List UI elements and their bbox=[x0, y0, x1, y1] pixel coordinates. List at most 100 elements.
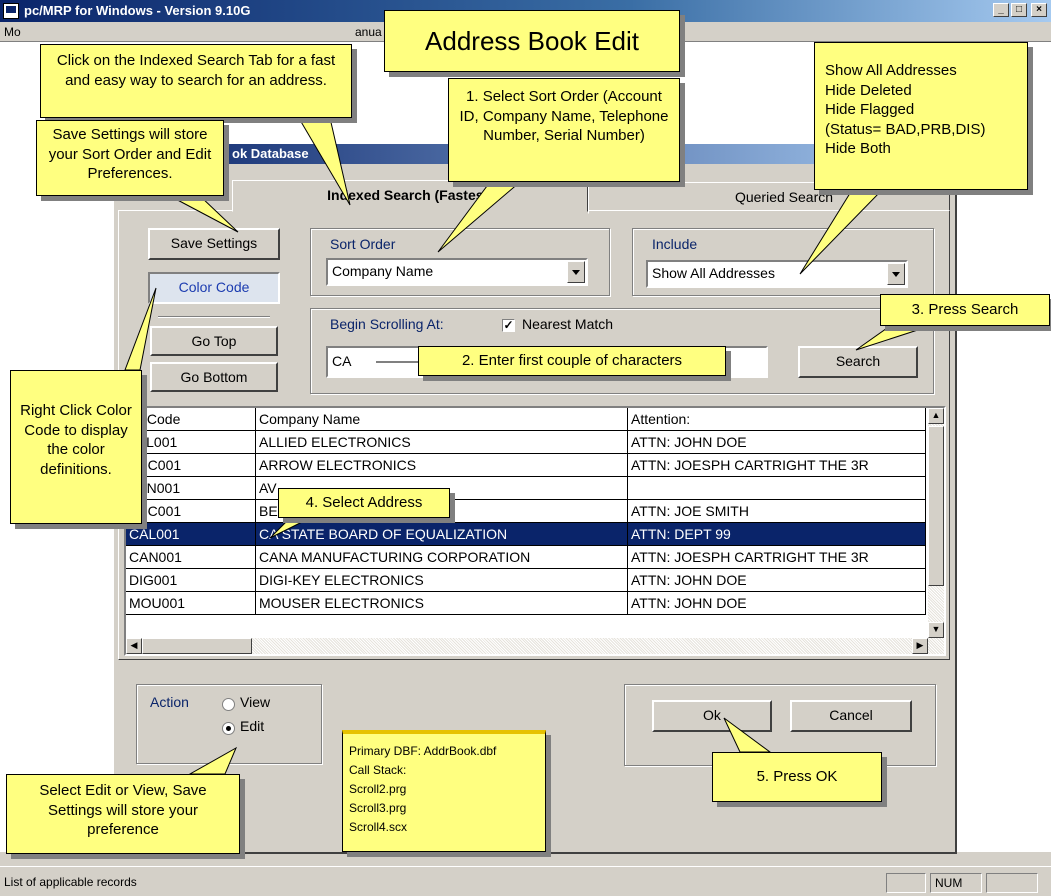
tab-indexed-search[interactable]: Indexed Search (Fastest) bbox=[232, 180, 588, 212]
edit-radio[interactable] bbox=[222, 722, 235, 735]
cell-id-code[interactable]: CAN001 bbox=[126, 546, 256, 569]
cell-id-code[interactable]: CAL001 bbox=[126, 523, 256, 546]
include-label: Include bbox=[652, 236, 698, 252]
chevron-down-icon[interactable] bbox=[567, 261, 585, 283]
go-bottom-button[interactable]: Go Bottom bbox=[150, 362, 278, 392]
table-row[interactable]: BBC001BE OMPANYATTN: JOE SMITH bbox=[126, 500, 926, 523]
enter-characters-callout: 2. Enter first couple of characters bbox=[418, 346, 726, 376]
cell-id-code[interactable]: DIG001 bbox=[126, 569, 256, 592]
chevron-down-icon[interactable] bbox=[887, 263, 905, 285]
table-row[interactable]: ALL001 ALLIED ELECTRONICS ATTN: JOHN DOE bbox=[126, 431, 926, 454]
table-row[interactable]: ABC001 ARROW ELECTRONICS ATTN: JOESPH CART… bbox=[126, 454, 926, 477]
status-text: List of applicable records bbox=[4, 875, 137, 889]
address-grid[interactable]: ID Code Company Name Attention: ALL001 AL… bbox=[124, 406, 946, 656]
cell-attention[interactable]: ATTN: JOHN DOE bbox=[628, 569, 926, 592]
stack-line: Scroll4.scx bbox=[349, 820, 408, 834]
scroll-left-icon[interactable]: ◀ bbox=[126, 638, 142, 654]
hscroll-thumb[interactable] bbox=[142, 638, 252, 654]
go-bottom-label: Go Bottom bbox=[180, 369, 248, 385]
cell-id-code[interactable]: ABC001 bbox=[126, 454, 256, 477]
cell-company-name[interactable]: ARROW ELECTRONICS bbox=[256, 454, 628, 477]
cell-attention[interactable]: ATTN: JOESPH CARTRIGHT THE 3R bbox=[628, 454, 926, 477]
cell-company-name[interactable]: CA STATE BOARD OF EQUALIZATION bbox=[256, 523, 628, 546]
ok-button[interactable]: Ok bbox=[652, 700, 772, 732]
edit-label: Edit bbox=[240, 718, 265, 734]
scroll-start-value: CA bbox=[332, 353, 352, 369]
cell-company-name[interactable]: ALLIED ELECTRONICS bbox=[256, 431, 628, 454]
heading-callout: Address Book Edit bbox=[384, 10, 680, 72]
cell-company-name[interactable]: CANA MANUFACTURING CORPORATION bbox=[256, 546, 628, 569]
include-tip-line: Hide Both bbox=[825, 140, 891, 157]
app-icon[interactable] bbox=[3, 3, 19, 19]
cell-attention[interactable]: ATTN: JOESPH CARTRIGHT THE 3R bbox=[628, 546, 926, 569]
indexed-search-callout: Click on the Indexed Search Tab for a fa… bbox=[40, 44, 352, 118]
table-row[interactable]: MOU001 MOUSER ELECTRONICS ATTN: JOHN DOE bbox=[126, 592, 926, 615]
include-callout: Show All Addresses Hide Deleted Hide Fla… bbox=[814, 42, 1028, 190]
search-button[interactable]: Search bbox=[798, 346, 918, 378]
vertical-scrollbar[interactable]: ▲ ▼ bbox=[928, 408, 944, 638]
save-settings-label: Save Settings bbox=[170, 235, 258, 251]
horizontal-scrollbar[interactable]: ◀ ▶ bbox=[126, 638, 944, 654]
sort-order-value: Company Name bbox=[332, 263, 434, 279]
cell-attention[interactable]: ATTN: DEPT 99 bbox=[628, 523, 926, 546]
nearest-match-checkbox[interactable]: ✓ bbox=[502, 319, 515, 332]
scroll-thumb[interactable] bbox=[928, 426, 944, 586]
view-radio[interactable] bbox=[222, 698, 235, 711]
color-code-label: Color Code bbox=[178, 279, 250, 295]
stack-line: Call Stack: bbox=[349, 763, 407, 777]
cancel-button[interactable]: Cancel bbox=[790, 700, 912, 732]
cell-id-code[interactable]: MOU001 bbox=[126, 592, 256, 615]
cell-id-code[interactable]: ALL001 bbox=[126, 431, 256, 454]
stack-line: Scroll2.prg bbox=[349, 782, 407, 796]
table-row[interactable]: DIG001 DIGI-KEY ELECTRONICS ATTN: JOHN DOE bbox=[126, 569, 926, 592]
menu-item-left[interactable]: Mo bbox=[4, 22, 21, 42]
table-row[interactable]: CAL001 CA STATE BOARD OF EQUALIZATION ATTN… bbox=[126, 523, 926, 546]
view-label: View bbox=[240, 694, 271, 710]
minimize-button[interactable]: _ bbox=[993, 3, 1009, 17]
nearest-match-label: Nearest Match bbox=[522, 316, 614, 332]
header-company-name[interactable]: Company Name bbox=[256, 408, 628, 431]
scroll-down-icon[interactable]: ▼ bbox=[928, 622, 944, 638]
stack-line: Primary DBF: AddrBook.dbf bbox=[349, 744, 497, 758]
maximize-button[interactable]: □ bbox=[1011, 3, 1027, 17]
scroll-right-icon[interactable]: ▶ bbox=[912, 638, 928, 654]
cell-company-name[interactable]: DIGI-KEY ELECTRONICS bbox=[256, 569, 628, 592]
status-panel-empty-2 bbox=[986, 873, 1038, 893]
scroll-up-icon[interactable]: ▲ bbox=[928, 408, 944, 424]
search-label: Search bbox=[835, 353, 881, 369]
status-num: NUM bbox=[930, 873, 982, 893]
cell-id-code[interactable]: BBC001 bbox=[126, 500, 256, 523]
stack-line: Scroll3.prg bbox=[349, 801, 407, 815]
status-panel-empty bbox=[886, 873, 926, 893]
go-top-label: Go Top bbox=[191, 333, 237, 349]
begin-scrolling-label: Begin Scrolling At: bbox=[330, 316, 444, 332]
include-select[interactable]: Show All Addresses bbox=[646, 260, 908, 288]
include-tip-line: (Status= BAD,PRB,DIS) bbox=[825, 120, 986, 138]
press-search-callout: 3. Press Search bbox=[880, 294, 1050, 326]
table-row[interactable]: CAN001 CANA MANUFACTURING CORPORATION ATTN… bbox=[126, 546, 926, 569]
sort-order-select[interactable]: Company Name bbox=[326, 258, 588, 286]
tab-indexed-label: Indexed Search (Fastest) bbox=[327, 187, 493, 203]
menu-item-manual[interactable]: anua bbox=[355, 22, 382, 42]
cell-attention[interactable]: ATTN: JOE SMITH bbox=[628, 500, 926, 523]
dialog-title: ok Database bbox=[232, 146, 309, 161]
cell-attention[interactable]: ATTN: JOHN DOE bbox=[628, 431, 926, 454]
sort-order-callout: 1. Select Sort Order (Account ID, Compan… bbox=[448, 78, 680, 182]
table-row[interactable]: AVN001 AV bbox=[126, 477, 926, 500]
color-code-callout: Right Click Color Code to display the co… bbox=[10, 370, 142, 524]
go-top-button[interactable]: Go Top bbox=[150, 326, 278, 356]
cell-attention[interactable]: ATTN: JOHN DOE bbox=[628, 592, 926, 615]
save-settings-button[interactable]: Save Settings bbox=[148, 228, 280, 260]
close-button[interactable]: × bbox=[1031, 3, 1047, 17]
cell-id-code[interactable]: AVN001 bbox=[126, 477, 256, 500]
cell-company-name[interactable]: MOUSER ELECTRONICS bbox=[256, 592, 628, 615]
ok-label: Ok bbox=[703, 707, 721, 723]
header-id-code[interactable]: ID Code bbox=[126, 408, 256, 431]
status-bar: List of applicable records NUM bbox=[0, 866, 1051, 896]
select-address-callout: 4. Select Address bbox=[278, 488, 450, 518]
cell-attention[interactable] bbox=[628, 477, 926, 500]
app-title: pc/MRP for Windows - Version 9.10G bbox=[24, 3, 251, 18]
header-attention[interactable]: Attention: bbox=[628, 408, 926, 431]
color-code-button[interactable]: Color Code bbox=[148, 272, 280, 304]
call-stack-note: Primary DBF: AddrBook.dbf Call Stack: Sc… bbox=[342, 730, 546, 852]
